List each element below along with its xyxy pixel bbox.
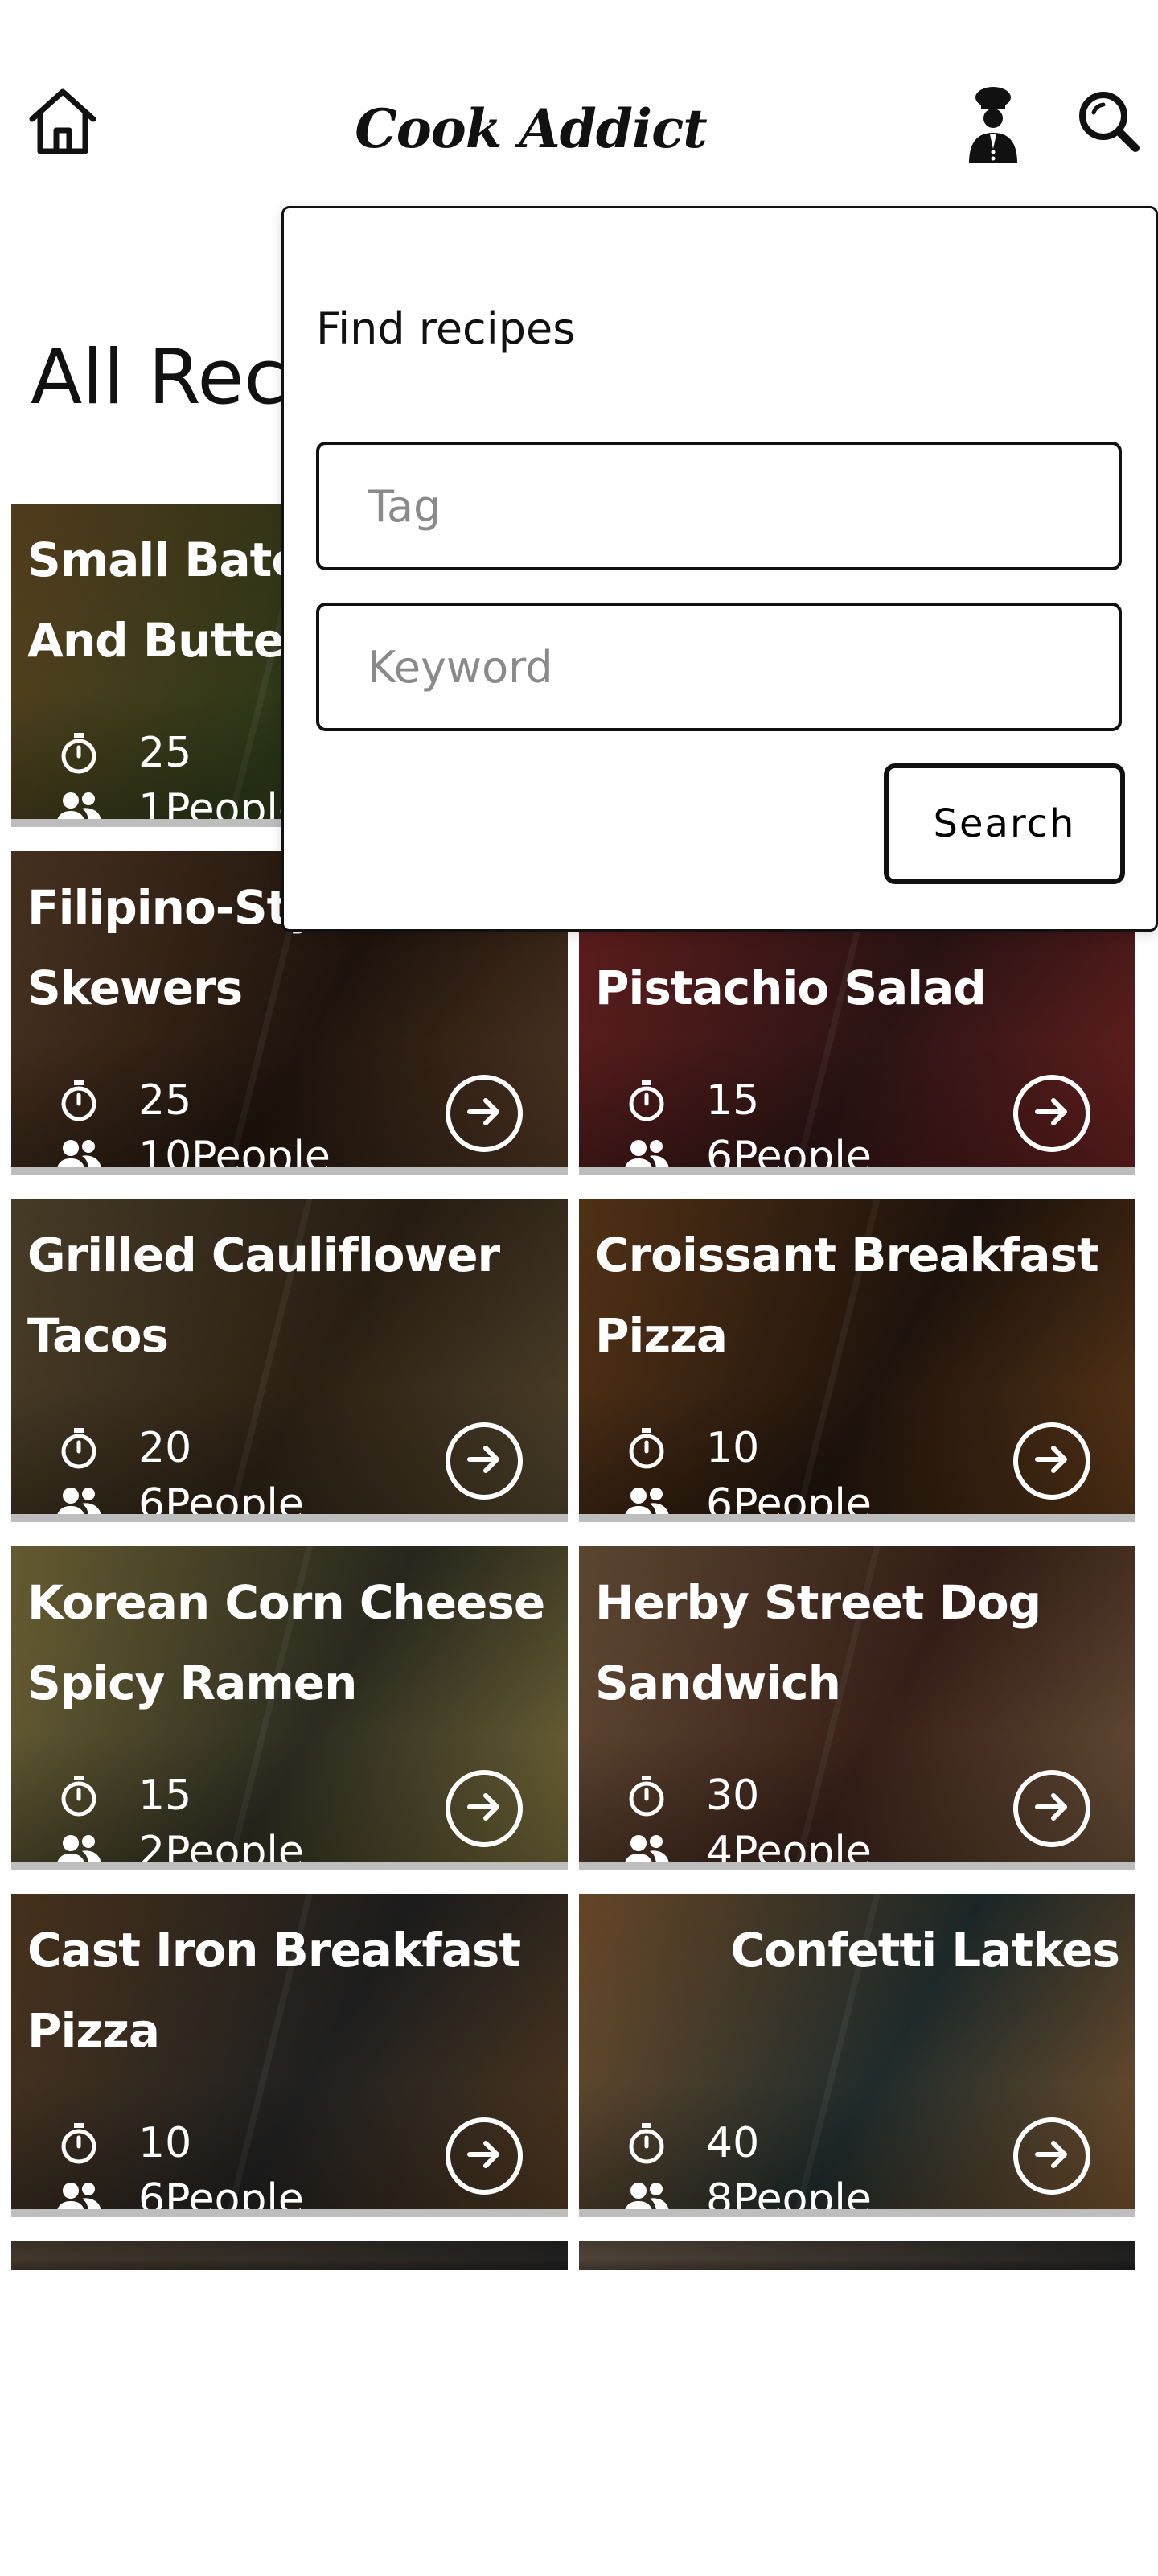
arrow-right-icon xyxy=(463,1786,505,1831)
people-icon xyxy=(55,1480,103,1514)
recipe-card[interactable]: Grilled Cauliflower Tacos 20 6People xyxy=(11,1199,568,1522)
stopwatch-icon xyxy=(55,729,103,777)
keyword-input[interactable] xyxy=(319,606,1119,728)
recipe-time-value: 25 xyxy=(138,729,192,777)
open-recipe-button[interactable] xyxy=(1013,1422,1090,1500)
people-icon xyxy=(622,2175,671,2209)
stopwatch-icon xyxy=(622,2119,671,2167)
people-icon xyxy=(622,1828,671,1862)
recipe-card[interactable]: Herby Street Dog Sandwich 30 4People xyxy=(579,1546,1135,1870)
recipe-title: Herby Street Dog Sandwich xyxy=(595,1575,1041,1710)
recipe-card-partial[interactable] xyxy=(11,2241,568,2270)
people-icon xyxy=(55,785,103,819)
stopwatch-icon xyxy=(55,1424,103,1472)
tag-field[interactable] xyxy=(316,442,1122,570)
tag-input[interactable] xyxy=(319,445,1119,567)
stopwatch-icon xyxy=(622,1076,671,1125)
stopwatch-icon xyxy=(55,1076,103,1125)
recipe-time-value: 20 xyxy=(138,1424,192,1472)
photo-shade xyxy=(579,2241,1135,2270)
recipe-servings-value: 10People xyxy=(138,1133,331,1175)
open-recipe-button[interactable] xyxy=(446,1770,523,1847)
recipe-servings-value: 1People xyxy=(138,785,304,827)
recipe-time-value: 10 xyxy=(706,1424,760,1472)
popover-title: Find recipes xyxy=(316,303,576,354)
recipe-time-value: 25 xyxy=(138,1076,192,1125)
open-recipe-button[interactable] xyxy=(446,1422,523,1500)
recipe-title: Korean Corn Cheese Spicy Ramen xyxy=(27,1575,545,1710)
arrow-right-icon xyxy=(463,1438,505,1483)
arrow-right-icon xyxy=(463,2134,505,2179)
arrow-right-icon xyxy=(1031,1786,1073,1831)
search-submit-button[interactable]: Search xyxy=(884,763,1125,884)
recipe-servings-value: 6People xyxy=(706,1133,872,1175)
recipe-card-partial[interactable] xyxy=(579,2241,1135,2270)
recipe-servings-value: 6People xyxy=(138,2175,304,2217)
arrow-right-icon xyxy=(1031,2134,1073,2179)
recipe-title: Cast Iron Breakfast Pizza xyxy=(27,1923,521,2058)
recipe-time-value: 30 xyxy=(706,1772,760,1820)
stopwatch-icon xyxy=(55,1772,103,1820)
arrow-right-icon xyxy=(463,1091,505,1136)
search-popover: Find recipes Search xyxy=(281,206,1158,932)
recipe-time-value: 10 xyxy=(138,2119,192,2167)
recipe-servings-value: 8People xyxy=(706,2175,872,2217)
recipe-servings-value: 6People xyxy=(706,1480,872,1522)
recipe-title: Croissant Breakfast Pizza xyxy=(595,1228,1099,1363)
recipe-servings-value: 2People xyxy=(138,1828,304,1870)
people-icon xyxy=(55,1828,103,1862)
recipe-time-value: 40 xyxy=(706,2119,760,2167)
keyword-field[interactable] xyxy=(316,603,1122,731)
open-recipe-button[interactable] xyxy=(446,1075,523,1152)
open-recipe-button[interactable] xyxy=(1013,2117,1090,2195)
people-icon xyxy=(55,1133,103,1167)
recipe-card[interactable]: Croissant Breakfast Pizza 10 6People xyxy=(579,1199,1135,1522)
recipe-time-value: 15 xyxy=(706,1076,760,1125)
recipe-title: Grilled Cauliflower Tacos xyxy=(27,1228,500,1363)
stopwatch-icon xyxy=(622,1424,671,1472)
recipe-card[interactable]: Confetti Latkes 40 8People xyxy=(579,1894,1135,2217)
people-icon xyxy=(622,1480,671,1514)
open-recipe-button[interactable] xyxy=(1013,1075,1090,1152)
recipe-title: Confetti Latkes xyxy=(730,1923,1121,1977)
recipe-time-value: 15 xyxy=(138,1772,192,1820)
stopwatch-icon xyxy=(622,1772,671,1820)
recipe-servings-value: 4People xyxy=(706,1828,872,1870)
arrow-right-icon xyxy=(1031,1438,1073,1483)
recipe-card[interactable]: Cast Iron Breakfast Pizza 10 6People xyxy=(11,1894,568,2217)
stopwatch-icon xyxy=(55,2119,103,2167)
recipe-card[interactable]: Korean Corn Cheese Spicy Ramen 15 2People xyxy=(11,1546,568,1870)
open-recipe-button[interactable] xyxy=(446,2117,523,2195)
open-recipe-button[interactable] xyxy=(1013,1770,1090,1847)
arrow-right-icon xyxy=(1031,1091,1073,1136)
people-icon xyxy=(622,1133,671,1167)
photo-shade xyxy=(11,2241,568,2270)
recipe-servings-value: 6People xyxy=(138,1480,304,1522)
people-icon xyxy=(55,2175,103,2209)
